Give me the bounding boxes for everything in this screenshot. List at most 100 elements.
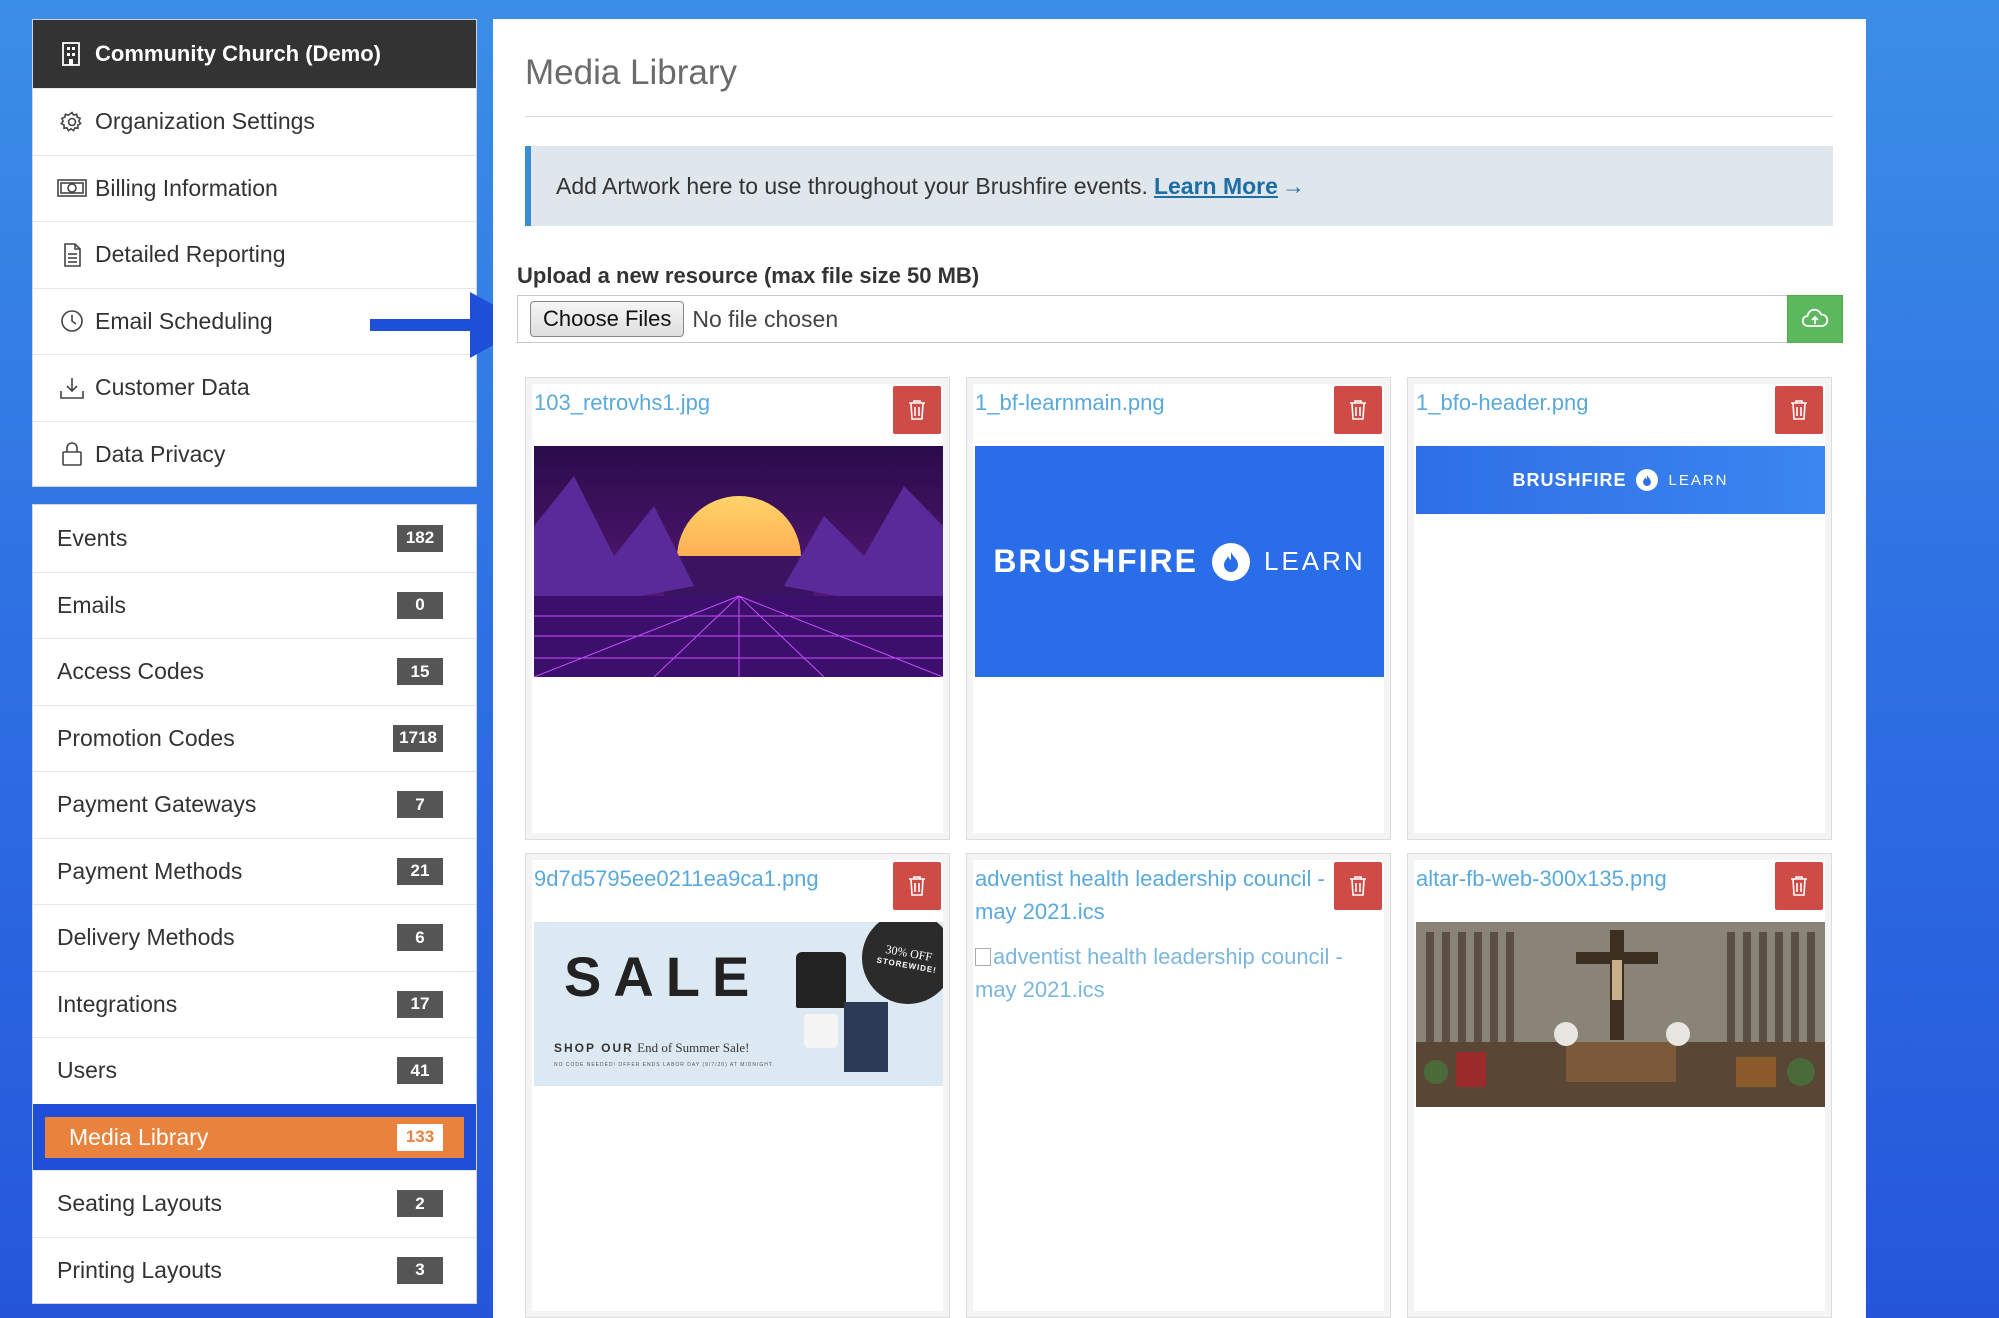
nav-item-emails[interactable]: Emails 0	[33, 571, 476, 639]
nav-item-label: Users	[57, 1057, 118, 1084]
main-panel: Media Library Add Artwork here to use th…	[493, 19, 1866, 1318]
nav-item-payment-gateways[interactable]: Payment Gateways 7	[33, 771, 476, 838]
media-filename-link[interactable]: 9d7d5795ee0211ea9ca1.png	[534, 862, 884, 895]
delete-button[interactable]	[1334, 386, 1382, 434]
media-filename-link[interactable]: 1_bfo-header.png	[1416, 386, 1766, 419]
count-badge: 0	[397, 591, 443, 619]
count-badge: 133	[397, 1123, 443, 1151]
trash-icon	[1350, 400, 1366, 420]
media-card: 1_bfo-header.png BRUSHFIRE LEARN	[1407, 377, 1832, 840]
trash-icon	[909, 876, 925, 896]
mug-image	[804, 1014, 838, 1048]
org-item-detailed-reporting[interactable]: Detailed Reporting	[33, 221, 476, 288]
nav-item-label: Access Codes	[57, 658, 205, 685]
nav-item-events[interactable]: Events 182	[33, 505, 476, 572]
upload-label: Upload a new resource (max file size 50 …	[517, 263, 980, 288]
org-item-label: Organization Settings	[95, 108, 315, 135]
count-badge: 41	[397, 1057, 443, 1085]
lock-icon	[57, 441, 87, 467]
count-badge: 15	[397, 658, 443, 686]
choose-files-button[interactable]: Choose Files	[530, 301, 685, 337]
org-item-label: Email Scheduling	[95, 307, 273, 334]
media-card: 9d7d5795ee0211ea9ca1.png SALE SHOP OUR E…	[525, 853, 950, 1318]
org-header[interactable]: Community Church (Demo)	[33, 20, 476, 88]
nav-item-label: Delivery Methods	[57, 924, 235, 951]
retro-synthwave-image	[534, 446, 943, 677]
delete-button[interactable]	[893, 386, 941, 434]
delete-button[interactable]	[1775, 862, 1823, 910]
banner-learn-text: LEARN	[1668, 471, 1729, 489]
nav-item-media-library[interactable]: Media Library 133	[33, 1103, 476, 1170]
media-filename-link[interactable]: 103_retrovhs1.jpg	[534, 386, 884, 419]
cloud-upload-icon	[1801, 308, 1829, 327]
money-icon	[57, 175, 87, 201]
broken-image-alt: adventist health leadership council - ma…	[975, 944, 1343, 1002]
title-divider	[525, 116, 1833, 117]
media-filename-link[interactable]: altar-fb-web-300x135.png	[1416, 862, 1766, 895]
nav-item-label: Printing Layouts	[57, 1256, 222, 1283]
nav-item-label: Integrations	[57, 990, 178, 1017]
delete-button[interactable]	[1334, 862, 1382, 910]
flame-icon	[1636, 469, 1659, 491]
org-title: Community Church (Demo)	[95, 41, 381, 66]
delete-button[interactable]	[1775, 386, 1823, 434]
org-item-label: Customer Data	[95, 374, 250, 401]
sale-subtitle-bold: SHOP OUR	[554, 1041, 634, 1055]
info-callout: Add Artwork here to use throughout your …	[525, 146, 1833, 226]
banner-brand-text: BRUSHFIRE	[1512, 469, 1627, 490]
org-item-customer-data[interactable]: Customer Data	[33, 354, 476, 421]
count-badge: 7	[397, 791, 443, 819]
discount-circle: 30% OFF STOREWIDE!	[854, 922, 943, 1012]
clock-icon	[57, 308, 87, 334]
no-file-text: No file chosen	[692, 305, 839, 332]
nav-item-promotion-codes[interactable]: Promotion Codes 1718	[33, 704, 476, 772]
nav-item-label: Events	[57, 524, 128, 551]
info-text: Add Artwork here to use throughout your …	[556, 172, 1148, 199]
banner-brand-text: BRUSHFIRE	[993, 543, 1198, 579]
media-filename-link[interactable]: 1_bf-learnmain.png	[975, 386, 1325, 419]
nav-item-label: Seating Layouts	[57, 1190, 222, 1217]
nav-item-access-codes[interactable]: Access Codes 15	[33, 638, 476, 705]
org-item-label: Detailed Reporting	[95, 241, 286, 268]
nav-item-payment-methods[interactable]: Payment Methods 21	[33, 837, 476, 905]
nav-panel: Events 182 Emails 0 Access Codes 15 Prom…	[32, 504, 477, 1304]
nav-item-label: Promotion Codes	[57, 724, 235, 751]
count-badge: 3	[397, 1256, 443, 1284]
nav-item-label: Payment Methods	[57, 857, 243, 884]
sale-banner: SALE SHOP OUR End of Summer Sale! NO COD…	[534, 922, 943, 1086]
photo-image	[844, 1002, 888, 1072]
sale-fine-print: NO CODE NEEDED! OFFER ENDS LABOR DAY (9/…	[554, 1062, 775, 1068]
org-item-billing-information[interactable]: Billing Information	[33, 154, 476, 222]
broken-image-icon	[975, 948, 991, 966]
org-panel: Community Church (Demo) Organization Set…	[32, 19, 477, 487]
tshirt-image	[796, 952, 846, 1008]
nav-item-integrations[interactable]: Integrations 17	[33, 970, 476, 1038]
broken-image: adventist health leadership council - ma…	[975, 940, 1384, 1006]
learn-more-link[interactable]: Learn More	[1154, 173, 1278, 200]
media-card: adventist health leadership council - ma…	[966, 853, 1391, 1318]
count-badge: 2	[397, 1190, 443, 1218]
count-badge: 21	[397, 857, 443, 885]
nav-item-users[interactable]: Users 41	[33, 1037, 476, 1104]
brushfire-header-banner: BRUSHFIRE LEARN	[1416, 446, 1825, 514]
trash-icon	[1791, 876, 1807, 896]
org-item-organization-settings[interactable]: Organization Settings	[33, 88, 476, 155]
nav-item-delivery-methods[interactable]: Delivery Methods 6	[33, 904, 476, 971]
flame-icon	[1211, 542, 1250, 581]
arrow-right-icon: →	[1281, 172, 1305, 199]
count-badge: 182	[397, 524, 443, 552]
nav-item-seating-layouts[interactable]: Seating Layouts 2	[33, 1170, 476, 1237]
delete-button[interactable]	[893, 862, 941, 910]
media-filename-link[interactable]: adventist health leadership council - ma…	[975, 862, 1335, 928]
nav-item-printing-layouts[interactable]: Printing Layouts 3	[33, 1236, 476, 1304]
upload-button[interactable]	[1787, 295, 1843, 343]
nav-item-label: Media Library	[69, 1123, 209, 1150]
trash-icon	[1791, 400, 1807, 420]
org-item-data-privacy[interactable]: Data Privacy	[33, 420, 476, 488]
brushfire-learn-banner: BRUSHFIRE LEARN	[975, 446, 1384, 677]
page-title: Media Library	[525, 53, 738, 92]
media-card: 1_bf-learnmain.png BRUSHFIRE LEARN	[966, 377, 1391, 840]
sale-word: SALE	[564, 945, 762, 1008]
trash-icon	[1350, 876, 1366, 896]
count-badge: 1718	[393, 724, 443, 752]
